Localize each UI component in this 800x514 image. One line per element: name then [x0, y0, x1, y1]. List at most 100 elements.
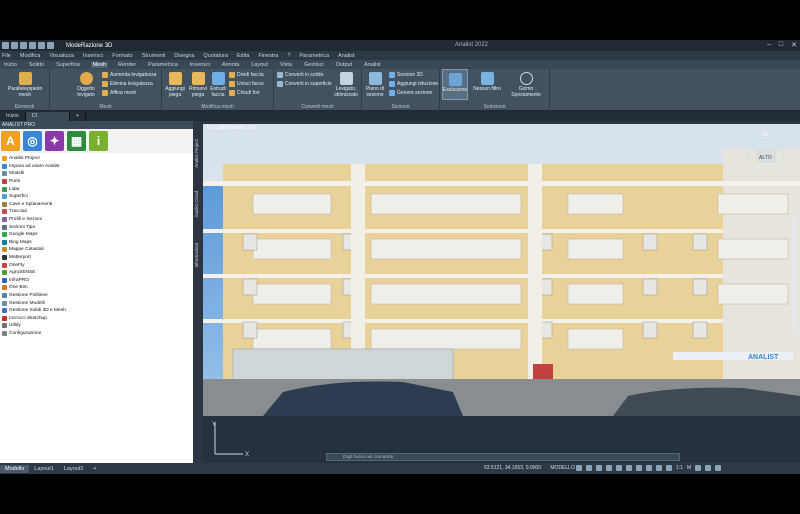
menu-disegna[interactable]: Disegna	[174, 53, 194, 59]
open-icon[interactable]	[11, 42, 18, 49]
vtab-informazioni[interactable]: Informazioni	[194, 243, 199, 268]
tab-superficie[interactable]: Superficie	[54, 62, 82, 68]
tree-item[interactable]: Gestione Modelli	[2, 299, 191, 307]
sezione-3d-button[interactable]: Sezione 3D	[389, 72, 423, 78]
aggiungi-piega-button[interactable]: Aggiungi piega	[164, 72, 186, 98]
unisci-facce-button[interactable]: Unisci facce	[229, 81, 264, 87]
layout-tab-layout1[interactable]: Layout1	[29, 465, 59, 473]
file-tab-active[interactable]: Cl	[25, 111, 70, 121]
menu-inserisci[interactable]: Inserisci	[83, 53, 103, 59]
polar-icon[interactable]	[606, 465, 612, 471]
snap-icon[interactable]	[586, 465, 592, 471]
document-tab[interactable]: ModeRazione 3D	[66, 43, 112, 49]
tree-item[interactable]: Impara ad usare Analist	[2, 163, 191, 171]
tree-item[interactable]: Bing Maps	[2, 239, 191, 247]
tree-item[interactable]: Superfici	[2, 193, 191, 201]
layout-tab-modello[interactable]: Modello	[0, 464, 30, 473]
genera-sezione-button[interactable]: Genera sezione	[389, 90, 432, 96]
tab-annota[interactable]: Annota	[220, 62, 241, 68]
navigation-bar[interactable]	[792, 214, 798, 334]
tab-parametrica[interactable]: Parametrica	[146, 62, 180, 68]
tab-render[interactable]: Render	[116, 62, 138, 68]
scale-readout[interactable]: 1:1	[676, 465, 683, 471]
tree-item[interactable]: Modelli	[2, 170, 191, 178]
analist-icon[interactable]: A	[1, 131, 20, 151]
satellite-icon[interactable]: ✦	[45, 131, 64, 151]
menu-strumenti[interactable]: Strumenti	[142, 53, 166, 59]
tab-analist[interactable]: Analist	[362, 62, 383, 68]
tab-inizio[interactable]: Inizio	[2, 62, 19, 68]
workspace-icon[interactable]	[695, 465, 702, 471]
aumenta-levigatezza-button[interactable]: Aumenta levigatezza	[102, 72, 156, 78]
affina-mesh-button[interactable]: Affina mesh	[102, 90, 136, 96]
vtab-analist-project[interactable]: Analist Project	[194, 139, 199, 168]
elimina-levigatezza-button[interactable]: Elimina levigatezza	[102, 81, 153, 87]
unit-readout[interactable]: M	[687, 465, 691, 471]
tab-mesh[interactable]: Mesh	[90, 61, 109, 68]
menu-quotatura[interactable]: Quotatura	[203, 53, 227, 59]
annotation-icon[interactable]	[666, 465, 672, 471]
menu-edita[interactable]: Edita	[237, 53, 250, 59]
menu-file[interactable]: File	[2, 53, 11, 59]
fullscreen-icon[interactable]	[705, 465, 712, 471]
tab-gestisci[interactable]: Gestisci	[302, 62, 326, 68]
viewport-controls[interactable]: [-][Sup][Realistico 2D]	[207, 125, 255, 131]
menu-finestra[interactable]: Finestra	[258, 53, 278, 59]
piano-di-sezione-button[interactable]: Piano di sezione	[364, 72, 386, 98]
layout-tab-layout2[interactable]: Layout2	[59, 465, 89, 473]
info-icon[interactable]: i	[89, 131, 108, 151]
gizmo-spostamento-dropdown[interactable]: Gizmo Spostamento	[506, 72, 546, 98]
tree-item[interactable]: Mappe Catastali	[2, 246, 191, 254]
menu-analist[interactable]: Analist	[338, 53, 355, 59]
converti-in-superficie-button[interactable]: Converti in superficie	[277, 81, 332, 87]
tree-item[interactable]: Utility	[2, 322, 191, 330]
lineweight-icon[interactable]	[636, 465, 642, 471]
tab-layout[interactable]: Layout	[249, 62, 270, 68]
tree-item[interactable]: Google Maps	[2, 231, 191, 239]
tree-item[interactable]: Configurazione	[2, 330, 191, 338]
menu-visualizza[interactable]: Visualizza	[49, 53, 74, 59]
tree-item[interactable]: InfraPRO	[2, 277, 191, 285]
tab-output[interactable]: Output	[334, 62, 355, 68]
dividi-faccia-button[interactable]: Dividi faccia	[229, 72, 264, 78]
new-icon[interactable]	[2, 42, 9, 49]
print-icon[interactable]	[29, 42, 36, 49]
command-line[interactable]: Digit fuora usi comando	[326, 453, 680, 461]
tree-item[interactable]: Gestione Polilinee	[2, 292, 191, 300]
file-tab-inizio[interactable]: Inizio	[0, 111, 26, 121]
tree-item[interactable]: Sezioni Tipo	[2, 223, 191, 231]
parallelepipedo-mesh-button[interactable]: Parallelepipedo mesh	[2, 72, 48, 98]
converti-in-solido-button[interactable]: Converti in solido	[277, 72, 323, 78]
space-mode[interactable]: MODELLO	[550, 465, 574, 471]
tree-item[interactable]: Profili e Sezioni	[2, 216, 191, 224]
tree-item[interactable]: OneFly	[2, 261, 191, 269]
tree-item[interactable]: Analist Project	[2, 155, 191, 163]
tab-inserisci[interactable]: Inserisci	[188, 62, 212, 68]
vtab-analist-cloud[interactable]: Analist Cloud	[194, 191, 199, 218]
close-button[interactable]: ✕	[791, 41, 797, 49]
tree-item[interactable]: Lidar	[2, 185, 191, 193]
new-tab-button[interactable]: +	[70, 111, 87, 121]
estrudi-faccia-button[interactable]: Estrudi faccia	[210, 72, 226, 98]
undo-icon[interactable]	[38, 42, 45, 49]
menu-formato[interactable]: Formato	[112, 53, 132, 59]
tree-item[interactable]: Matterport	[2, 254, 191, 262]
map-grid-icon[interactable]: ▦	[67, 131, 86, 151]
save-icon[interactable]	[20, 42, 27, 49]
menu-modifica[interactable]: Modifica	[20, 53, 40, 59]
globe-icon[interactable]: ◎	[23, 131, 42, 151]
maximize-button[interactable]: □	[779, 41, 783, 49]
customize-icon[interactable]	[715, 465, 722, 471]
menu-parametrica[interactable]: Parametrica	[299, 53, 329, 59]
otrack-icon[interactable]	[626, 465, 632, 471]
tree-item[interactable]: AgroSENSE	[2, 269, 191, 277]
grid-icon[interactable]	[576, 465, 582, 471]
tree-item[interactable]: Tracciati	[2, 208, 191, 216]
levigato-ottimizzato-dropdown[interactable]: Levigato, ottimizzato	[332, 72, 360, 98]
tree-item[interactable]: Incrocci Sketchup	[2, 314, 191, 322]
tab-vista[interactable]: Vista	[278, 62, 294, 68]
redo-icon[interactable]	[47, 42, 54, 49]
ortho-icon[interactable]	[596, 465, 602, 471]
viewport-3d[interactable]: [-][Sup][Realistico 2D] ANALIST ALTO N	[203, 124, 800, 416]
tree-item[interactable]: Cave e Spianamenti	[2, 201, 191, 209]
